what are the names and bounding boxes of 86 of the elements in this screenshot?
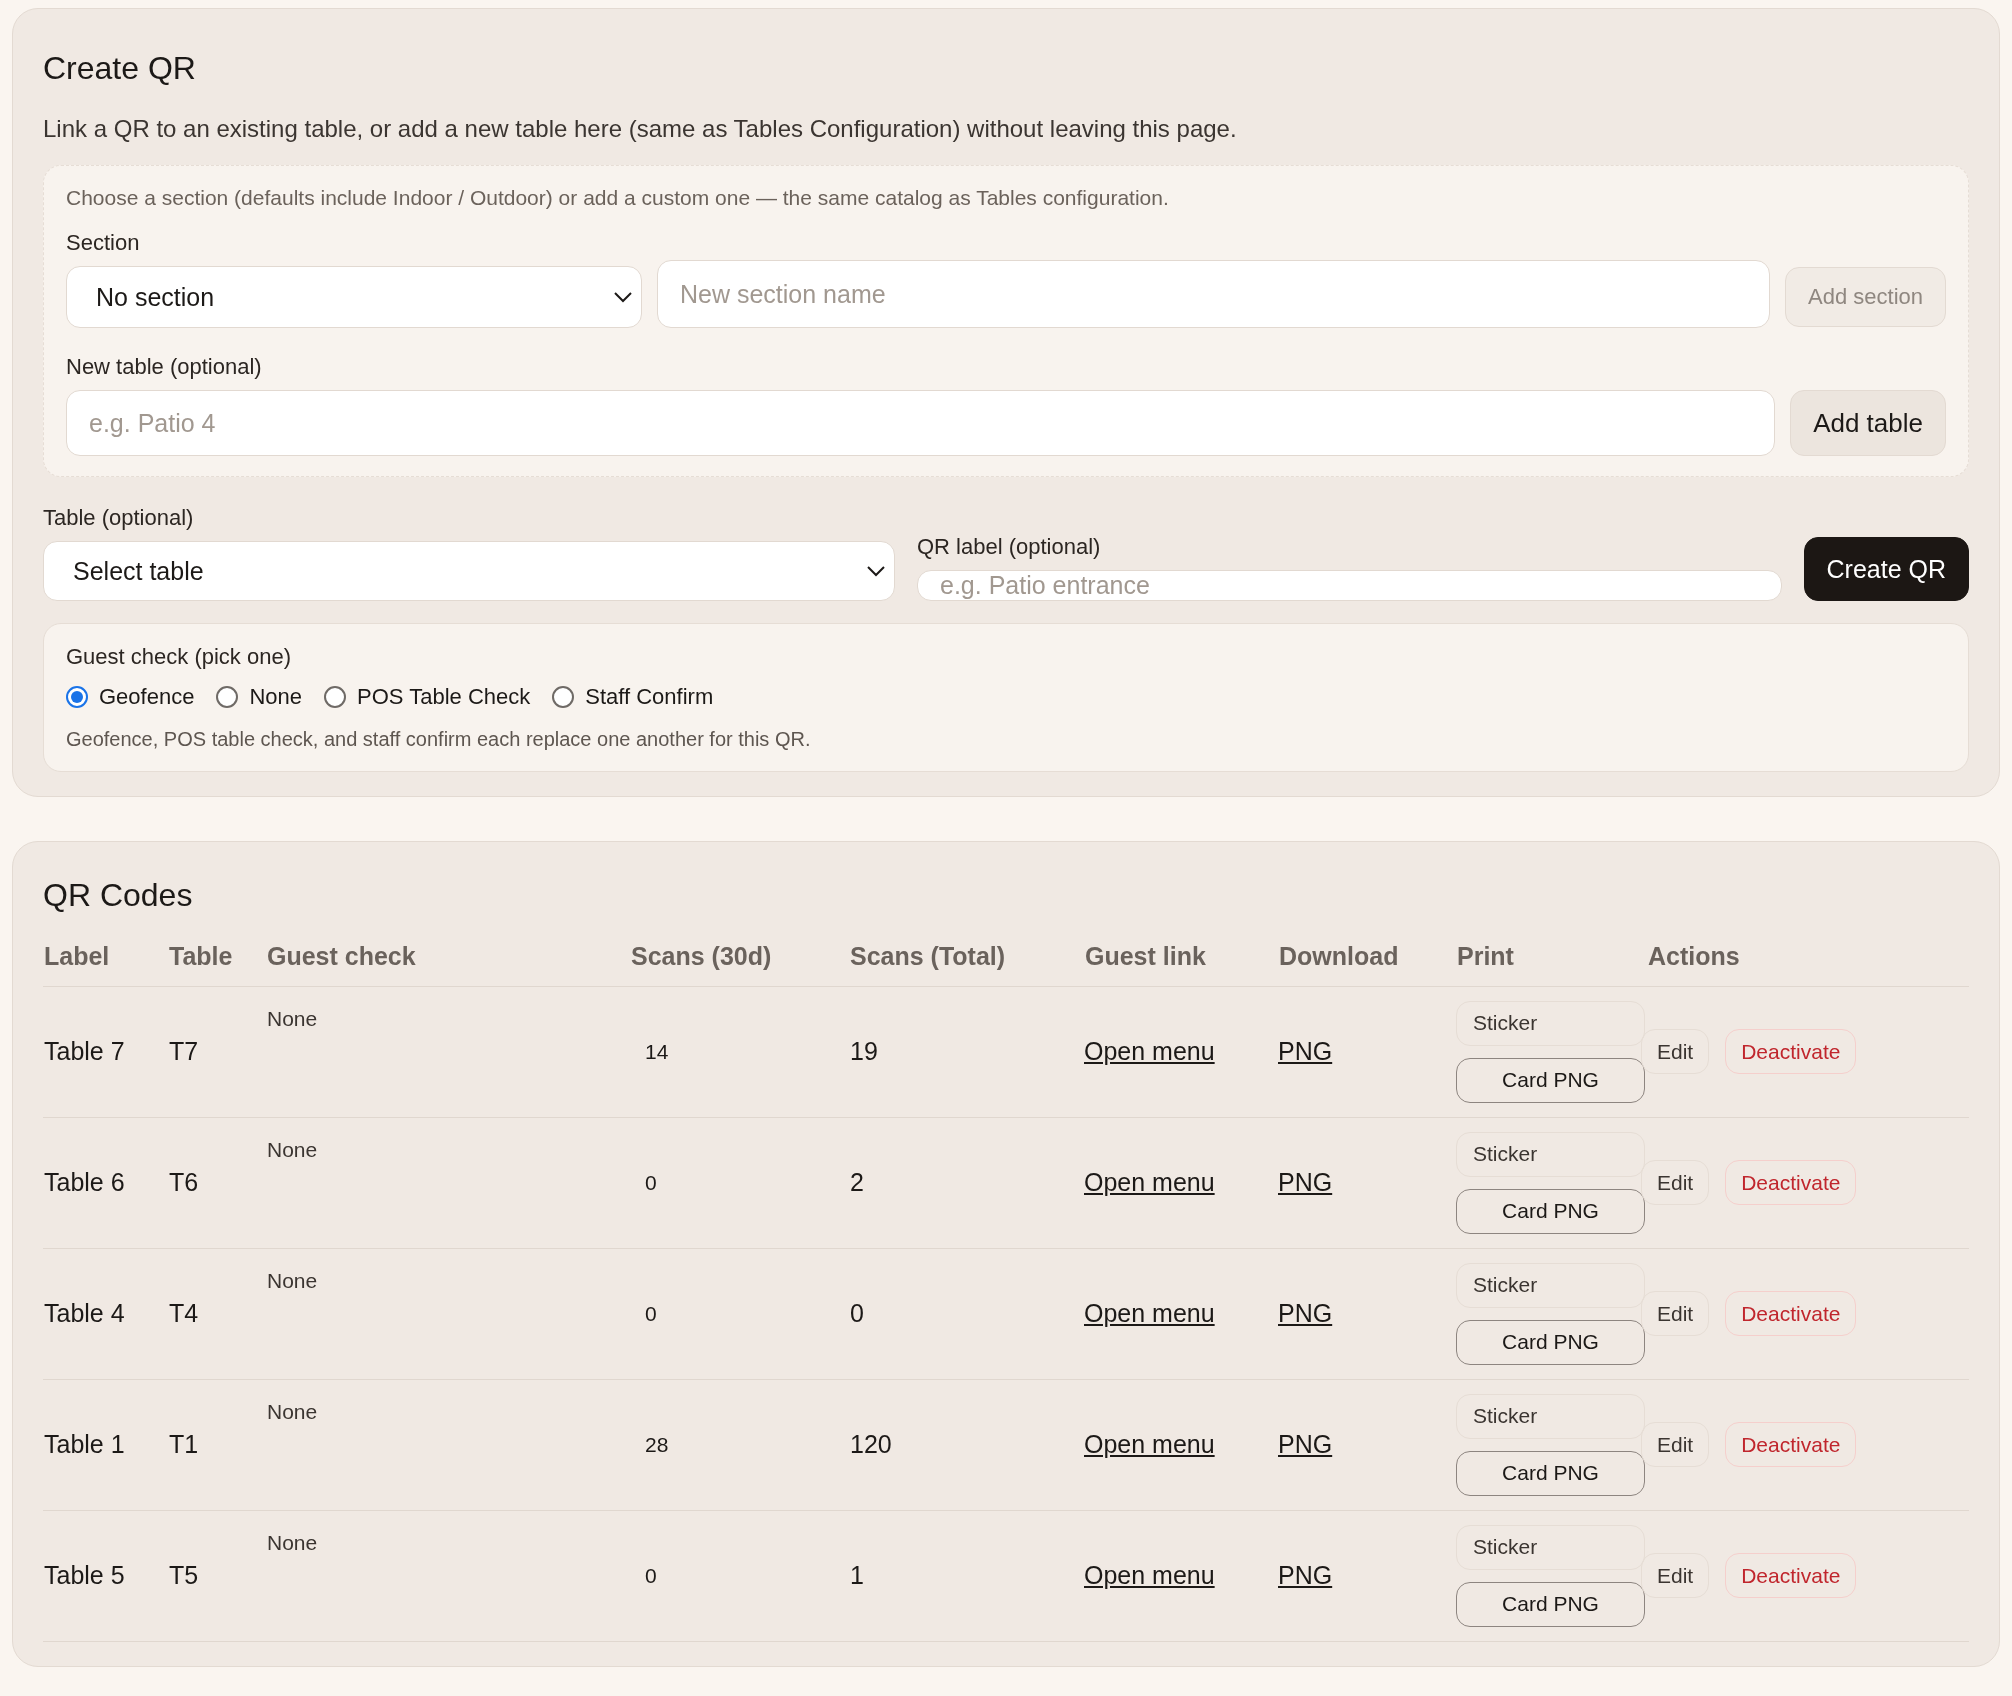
table-cell-text: None: [266, 1529, 319, 1555]
radio-option[interactable]: POS Table Check: [324, 684, 531, 711]
radio-option[interactable]: Geofence: [66, 684, 195, 711]
table-cell-text: Table 5: [43, 1561, 126, 1591]
table-cell-text: 0: [644, 1301, 658, 1326]
panel-description: Link a QR to an existing table, or add a new table here (same as Tables Configuration) without leaving this page.: [43, 115, 1238, 144]
radio-button[interactable]: [66, 686, 88, 709]
table-cell-text: None: [266, 1398, 319, 1424]
table-cell-text: None: [266, 1005, 319, 1031]
add-table-button[interactable]: Add table: [1790, 390, 1946, 457]
radio-button[interactable]: [216, 686, 239, 709]
column-header: Table: [168, 941, 234, 971]
table-cell-text: 14: [644, 1039, 670, 1064]
field-label: Section: [66, 230, 141, 257]
deactivate-button[interactable]: Deactivate: [1725, 1291, 1857, 1337]
table-cell-text: Table 4: [43, 1299, 126, 1329]
table-cell-text: 2: [849, 1168, 865, 1198]
table-cell-text: Table 1: [43, 1430, 126, 1460]
open-menu-link[interactable]: Open menu: [1084, 1430, 1215, 1460]
table-cell-text: 1: [849, 1561, 865, 1591]
download-link[interactable]: PNG: [1278, 1299, 1333, 1329]
radio-button[interactable]: [324, 686, 346, 709]
table-cell-text: T6: [168, 1168, 200, 1198]
section-select[interactable]: No section: [66, 266, 642, 329]
table-cell-text: Table 7: [43, 1037, 126, 1067]
column-header: Actions: [1647, 941, 1741, 971]
edit-button[interactable]: Edit: [1641, 1291, 1710, 1337]
download-link[interactable]: PNG: [1278, 1037, 1333, 1067]
radio-option[interactable]: None: [216, 684, 302, 711]
print-button[interactable]: Card PNG: [1456, 1319, 1645, 1365]
radio-option[interactable]: Staff Confirm: [552, 684, 714, 711]
edit-button[interactable]: Edit: [1641, 1553, 1710, 1599]
chevron-down-icon: [613, 291, 633, 304]
section-hint: Choose a section (defaults include Indoor / Outdoor) or add a custom one — the same catalog as Tables configuration.: [66, 186, 1170, 211]
chevron-down-icon: [866, 565, 886, 578]
edit-button[interactable]: Edit: [1641, 1422, 1710, 1468]
column-header: Download: [1278, 941, 1400, 971]
table-cell-text: T4: [168, 1299, 200, 1329]
open-menu-link[interactable]: Open menu: [1084, 1168, 1215, 1198]
table-name-field[interactable]: e.g. Patio 4: [66, 390, 1776, 457]
guest-check-note: Geofence, POS table check, and staff confirm each replace one another for this QR.: [66, 728, 812, 752]
open-menu-link[interactable]: Open menu: [1084, 1561, 1215, 1591]
open-menu-link[interactable]: Open menu: [1084, 1299, 1215, 1329]
panel-title: Create QR: [43, 49, 197, 88]
print-button[interactable]: Card PNG: [1456, 1188, 1645, 1234]
deactivate-button[interactable]: Deactivate: [1725, 1029, 1857, 1075]
radio-button[interactable]: [552, 686, 575, 709]
table-cell-text: 28: [644, 1432, 670, 1457]
print-button[interactable]: Card PNG: [1456, 1450, 1645, 1496]
print-button[interactable]: Card PNG: [1456, 1581, 1645, 1627]
field-label: New table (optional): [66, 354, 263, 381]
table-cell-text: 120: [849, 1430, 893, 1460]
field-label: Table (optional): [43, 505, 195, 532]
table-cell-text: 0: [644, 1170, 658, 1195]
download-link[interactable]: PNG: [1278, 1168, 1333, 1198]
create-qr-button[interactable]: Create QR: [1803, 537, 1969, 602]
column-header: Scans (Total): [849, 941, 1007, 971]
deactivate-button[interactable]: Deactivate: [1725, 1160, 1857, 1206]
column-header: Print: [1456, 941, 1515, 971]
edit-button[interactable]: Edit: [1641, 1160, 1710, 1206]
column-header: Guest link: [1084, 941, 1207, 971]
table-cell-text: T1: [168, 1430, 200, 1460]
field-label: QR label (optional): [917, 534, 1102, 561]
edit-button[interactable]: Edit: [1641, 1029, 1710, 1075]
qr-label-field[interactable]: e.g. Patio entrance: [917, 570, 1782, 602]
section-name-field[interactable]: New section name: [657, 260, 1771, 329]
table-cell-text: None: [266, 1267, 319, 1293]
panel-title: QR Codes: [43, 876, 194, 915]
column-header: Guest check: [266, 941, 417, 971]
table-cell-text: 0: [849, 1299, 865, 1329]
open-menu-link[interactable]: Open menu: [1084, 1037, 1215, 1067]
table-cell-text: None: [266, 1136, 319, 1162]
column-header: Scans (30d): [630, 941, 773, 971]
deactivate-button[interactable]: Deactivate: [1725, 1422, 1857, 1468]
table-cell-text: T5: [168, 1561, 200, 1591]
table-select[interactable]: Select table: [43, 541, 895, 602]
download-link[interactable]: PNG: [1278, 1430, 1333, 1460]
column-header: Label: [43, 941, 111, 971]
download-link[interactable]: PNG: [1278, 1561, 1333, 1591]
table-cell-text: 19: [849, 1037, 879, 1067]
table-cell-text: 0: [644, 1563, 658, 1588]
field-label: Guest check (pick one): [66, 644, 292, 671]
table-cell-text: T7: [168, 1037, 200, 1067]
table-cell-text: Table 6: [43, 1168, 126, 1198]
print-button[interactable]: Card PNG: [1456, 1057, 1645, 1103]
deactivate-button[interactable]: Deactivate: [1725, 1553, 1857, 1599]
